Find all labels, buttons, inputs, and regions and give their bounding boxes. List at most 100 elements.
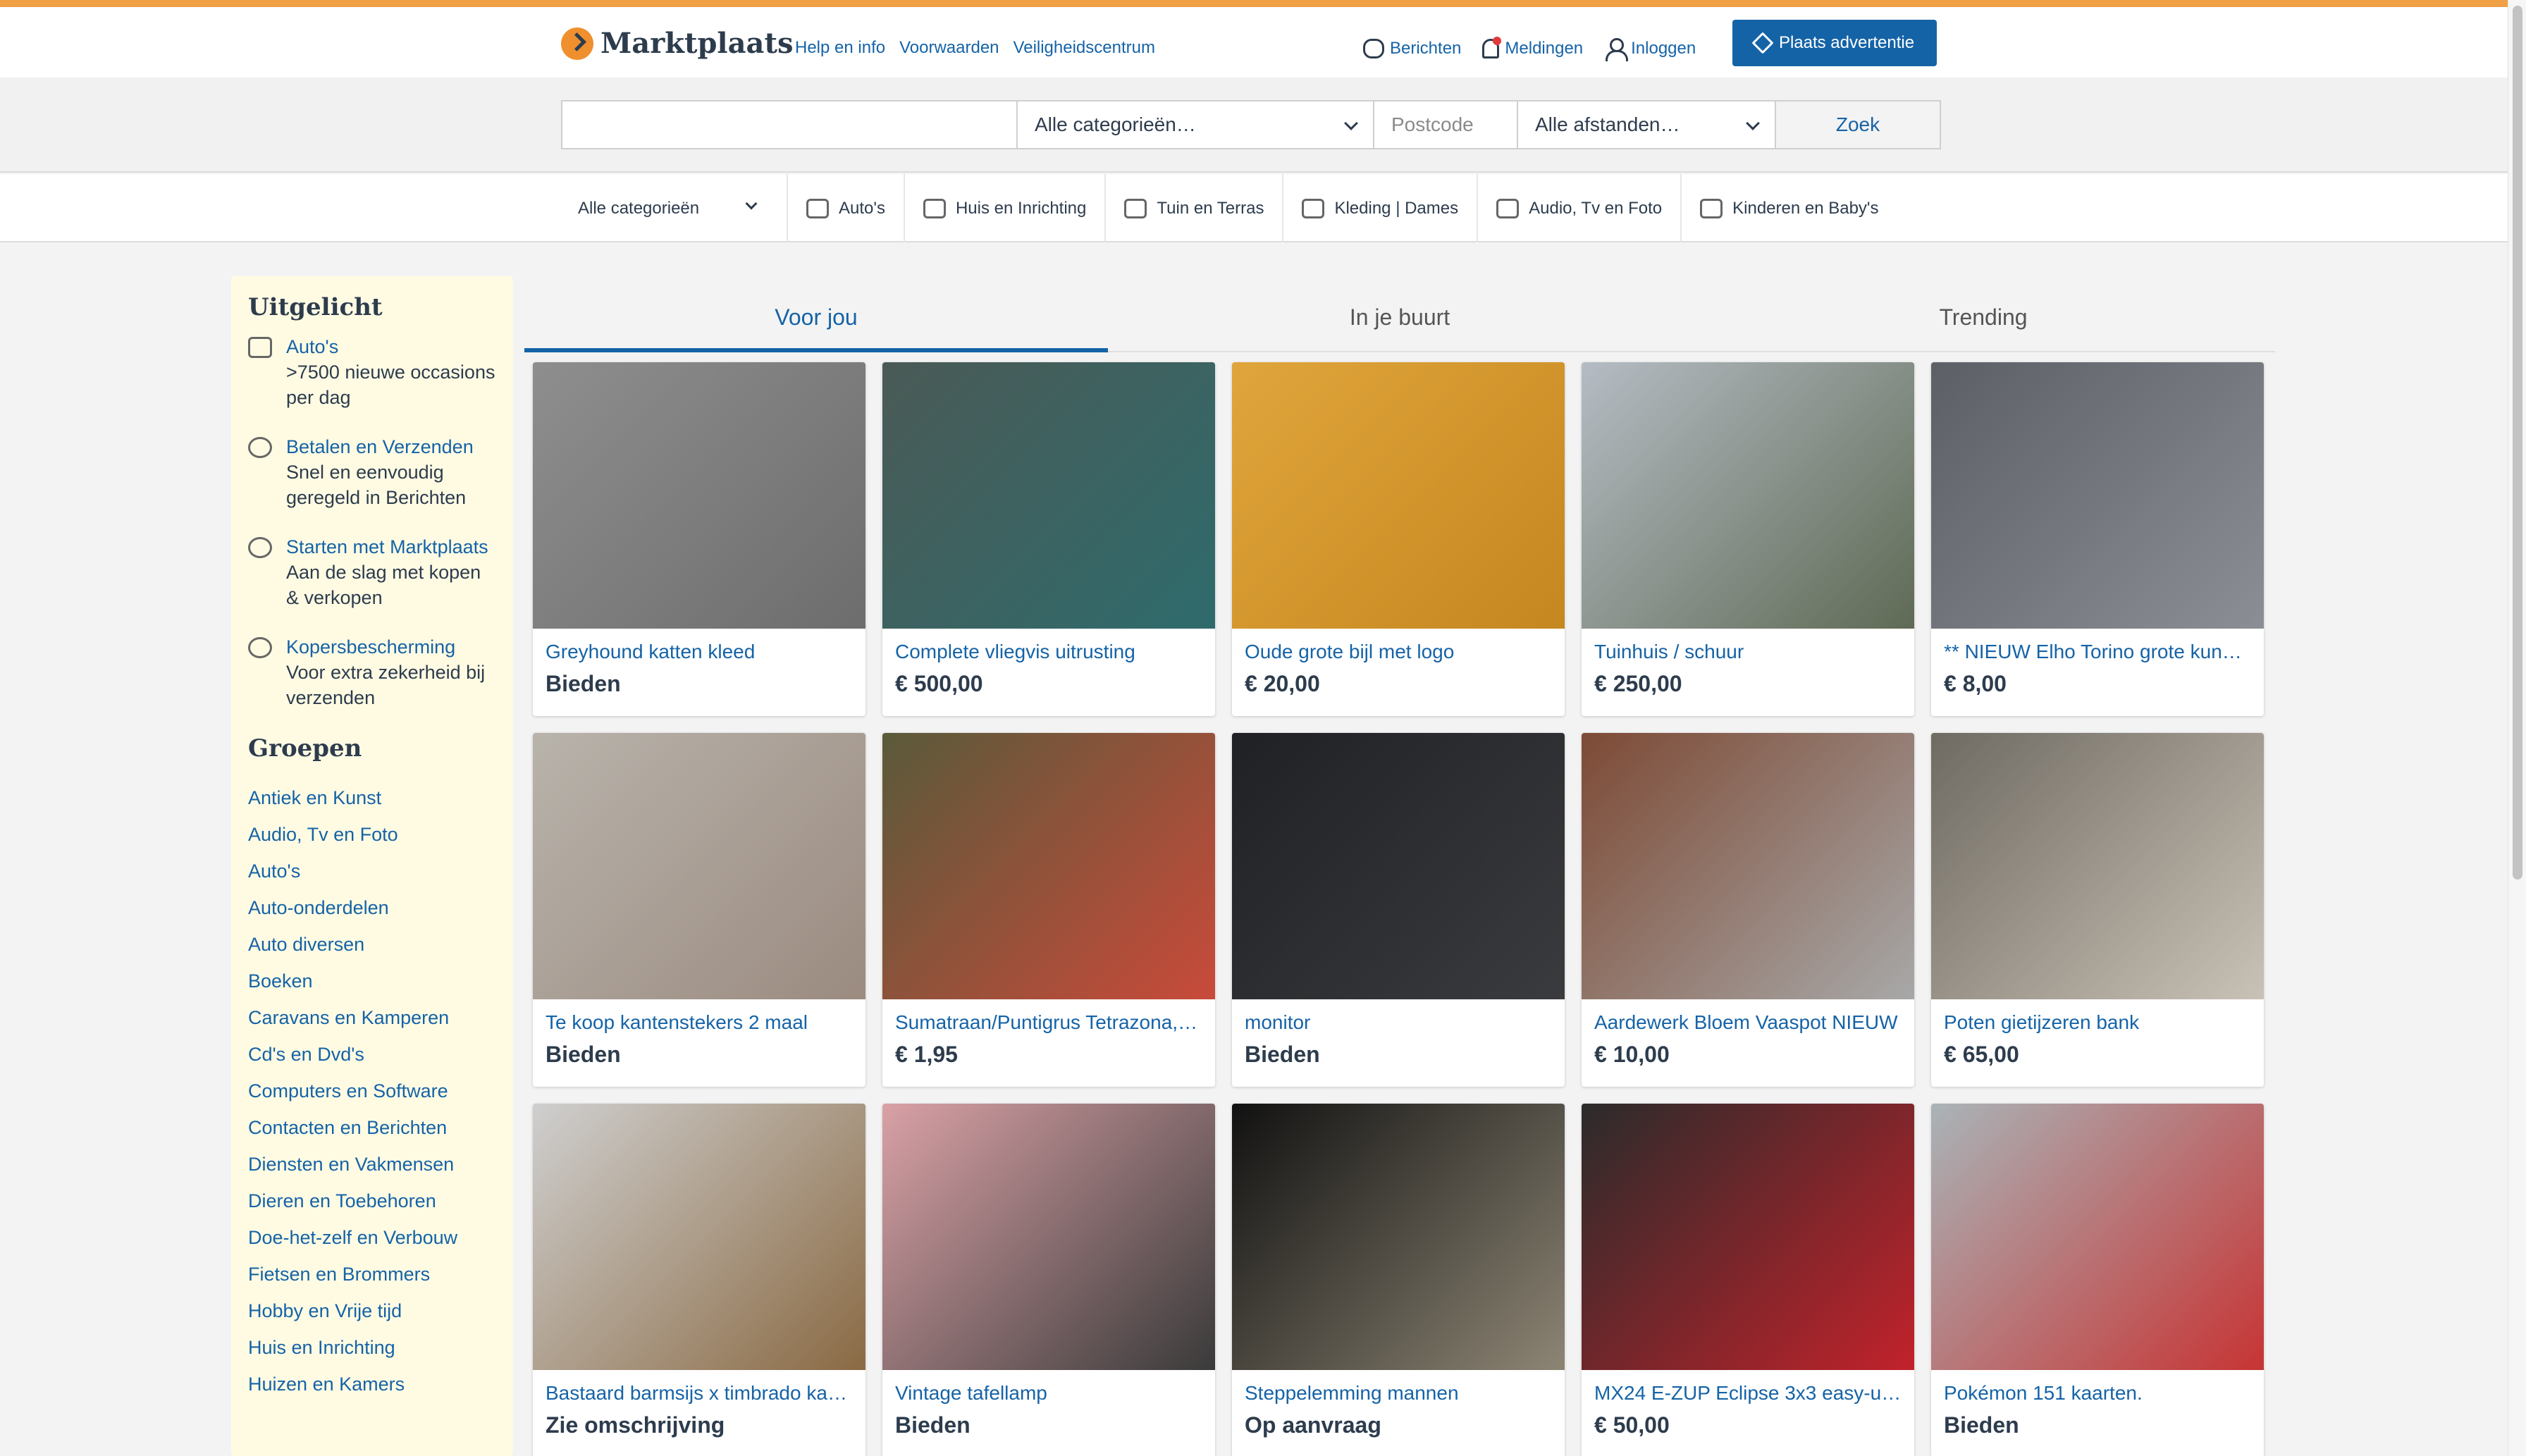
zoek-button[interactable]: Zoek	[1775, 100, 1941, 149]
listing-image[interactable]	[533, 1104, 865, 1370]
group-link[interactable]: Auto-onderdelen	[248, 889, 496, 926]
listing-title[interactable]: MX24 E-ZUP Eclipse 3x3 easy-up …	[1582, 1370, 1914, 1405]
listing-image[interactable]	[1232, 362, 1565, 629]
group-link[interactable]: Huizen en Kamers	[248, 1366, 496, 1402]
group-link[interactable]: Huis en Inrichting	[248, 1329, 496, 1366]
sidebar: Uitgelicht Auto's >7500 nieuwe occasions …	[231, 276, 513, 1456]
listing-title[interactable]: Pokémon 151 kaarten.	[1931, 1370, 2264, 1405]
listing-card[interactable]: MX24 E-ZUP Eclipse 3x3 easy-up … € 50,00	[1582, 1104, 1914, 1456]
listing-card[interactable]: Steppelemming mannen Op aanvraag	[1232, 1104, 1565, 1456]
category-kinderen[interactable]: Kinderen en Baby's	[1682, 174, 1897, 242]
highlight-title[interactable]: Starten met Marktplaats	[286, 534, 496, 560]
tab-in-je-buurt[interactable]: In je buurt	[1108, 283, 1692, 351]
inloggen-link[interactable]: Inloggen	[1604, 38, 1696, 61]
category-autos[interactable]: Auto's	[788, 174, 905, 242]
tab-voor-jou[interactable]: Voor jou	[524, 283, 1108, 352]
listing-title[interactable]: Sumatraan/Puntigrus Tetrazona, …	[882, 999, 1215, 1035]
category-kleding[interactable]: Kleding | Dames	[1283, 174, 1479, 242]
listing-image[interactable]	[1931, 362, 2264, 629]
highlight-item[interactable]: Betalen en Verzenden Snel en eenvoudig ge…	[248, 434, 496, 510]
page-scrollbar[interactable]	[2508, 0, 2526, 1456]
top-accent-line	[0, 0, 2526, 7]
listing-image[interactable]	[1931, 1104, 2264, 1370]
group-link[interactable]: Antiek en Kunst	[248, 779, 496, 816]
group-link[interactable]: Boeken	[248, 963, 496, 999]
listing-title[interactable]: Oude grote bijl met logo	[1232, 629, 1565, 664]
highlight-item[interactable]: Kopersbescherming Voor extra zekerheid bi…	[248, 634, 496, 710]
category-select[interactable]: Alle categorieën…	[1016, 100, 1374, 149]
listing-title[interactable]: Aardewerk Bloem Vaaspot NIEUW	[1582, 999, 1914, 1035]
listing-card[interactable]: ** NIEUW Elho Torino grote kunst… € 8,00	[1931, 362, 2264, 716]
category-all[interactable]: Alle categorieën	[557, 174, 788, 242]
listing-image[interactable]	[1582, 733, 1914, 999]
listing-card[interactable]: Poten gietijzeren bank € 65,00	[1931, 733, 2264, 1087]
group-link[interactable]: Cd's en Dvd's	[248, 1036, 496, 1073]
search-input[interactable]	[561, 100, 1018, 149]
listing-title[interactable]: Greyhound katten kleed	[533, 629, 865, 664]
distance-select[interactable]: Alle afstanden…	[1517, 100, 1776, 149]
group-link[interactable]: Contacten en Berichten	[248, 1109, 496, 1146]
group-link[interactable]: Diensten en Vakmensen	[248, 1146, 496, 1183]
postcode-input[interactable]: Postcode	[1373, 100, 1518, 149]
group-link[interactable]: Doe-het-zelf en Verbouw	[248, 1219, 496, 1256]
group-link[interactable]: Auto's	[248, 853, 496, 889]
listing-title[interactable]: Steppelemming mannen	[1232, 1370, 1565, 1405]
chevron-down-icon	[1746, 116, 1760, 130]
nav-voorwaarden[interactable]: Voorwaarden	[899, 38, 999, 58]
nav-help[interactable]: Help en info	[795, 38, 885, 58]
group-link[interactable]: Computers en Software	[248, 1073, 496, 1109]
listing-title[interactable]: Vintage tafellamp	[882, 1370, 1215, 1405]
category-huis[interactable]: Huis en Inrichting	[905, 174, 1107, 242]
listing-image[interactable]	[882, 1104, 1215, 1370]
highlight-title[interactable]: Kopersbescherming	[286, 634, 496, 660]
berichten-link[interactable]: Berichten	[1363, 39, 1461, 58]
listing-image[interactable]	[1931, 733, 2264, 999]
listing-card[interactable]: Pokémon 151 kaarten. Bieden	[1931, 1104, 2264, 1456]
group-link[interactable]: Hobby en Vrije tijd	[248, 1292, 496, 1329]
group-link[interactable]: Auto diversen	[248, 926, 496, 963]
listing-title[interactable]: Te koop kantenstekers 2 maal	[533, 999, 865, 1035]
category-audio[interactable]: Audio, Tv en Foto	[1478, 174, 1682, 242]
listing-title[interactable]: Tuinhuis / schuur	[1582, 629, 1914, 664]
listing-card[interactable]: Bastaard barmsijs x timbrado kan… Zie oms…	[533, 1104, 865, 1456]
marktplaats-logo[interactable]: Marktplaats	[561, 27, 793, 60]
group-link[interactable]: Dieren en Toebehoren	[248, 1183, 496, 1219]
listing-image[interactable]	[1582, 362, 1914, 629]
feed-tabs: Voor jou In je buurt Trending	[524, 283, 2275, 352]
listing-image[interactable]	[882, 733, 1215, 999]
listing-image[interactable]	[1232, 733, 1565, 999]
listing-card[interactable]: monitor Bieden	[1232, 733, 1565, 1087]
group-link[interactable]: Audio, Tv en Foto	[248, 816, 496, 853]
scrollbar-thumb[interactable]	[2513, 6, 2522, 880]
highlight-title[interactable]: Betalen en Verzenden	[286, 434, 496, 459]
highlight-item[interactable]: Auto's >7500 nieuwe occasions per dag	[248, 334, 496, 410]
highlight-item[interactable]: Starten met Marktplaats Aan de slag met k…	[248, 534, 496, 610]
listing-title[interactable]: Poten gietijzeren bank	[1931, 999, 2264, 1035]
listing-title[interactable]: Complete vliegvis uitrusting	[882, 629, 1215, 664]
category-tuin[interactable]: Tuin en Terras	[1106, 174, 1284, 242]
listing-card[interactable]: Complete vliegvis uitrusting € 500,00	[882, 362, 1215, 716]
listing-image[interactable]	[533, 362, 865, 629]
listing-card[interactable]: Oude grote bijl met logo € 20,00	[1232, 362, 1565, 716]
meldingen-link[interactable]: Meldingen	[1482, 37, 1583, 58]
listing-image[interactable]	[533, 733, 865, 999]
listing-title[interactable]: Bastaard barmsijs x timbrado kan…	[533, 1370, 865, 1405]
listing-card[interactable]: Greyhound katten kleed Bieden	[533, 362, 865, 716]
nav-veiligheidscentrum[interactable]: Veiligheidscentrum	[1014, 38, 1155, 58]
listing-card[interactable]: Aardewerk Bloem Vaaspot NIEUW € 10,00	[1582, 733, 1914, 1087]
listing-image[interactable]	[1582, 1104, 1914, 1370]
listing-card[interactable]: Tuinhuis / schuur € 250,00	[1582, 362, 1914, 716]
listing-title[interactable]: monitor	[1232, 999, 1565, 1035]
listing-card[interactable]: Sumatraan/Puntigrus Tetrazona, … € 1,95	[882, 733, 1215, 1087]
listing-title[interactable]: ** NIEUW Elho Torino grote kunst…	[1931, 629, 2264, 664]
group-link[interactable]: Caravans en Kamperen	[248, 999, 496, 1036]
group-link[interactable]: Fietsen en Brommers	[248, 1256, 496, 1292]
listing-card[interactable]: Te koop kantenstekers 2 maal Bieden	[533, 733, 865, 1087]
listing-image[interactable]	[1232, 1104, 1565, 1370]
listing-image[interactable]	[882, 362, 1215, 629]
bell-icon	[1482, 37, 1502, 58]
highlight-title[interactable]: Auto's	[286, 334, 496, 359]
plaats-advertentie-button[interactable]: Plaats advertentie	[1732, 20, 1937, 66]
listing-card[interactable]: Vintage tafellamp Bieden	[882, 1104, 1215, 1456]
tab-trending[interactable]: Trending	[1692, 283, 2275, 351]
